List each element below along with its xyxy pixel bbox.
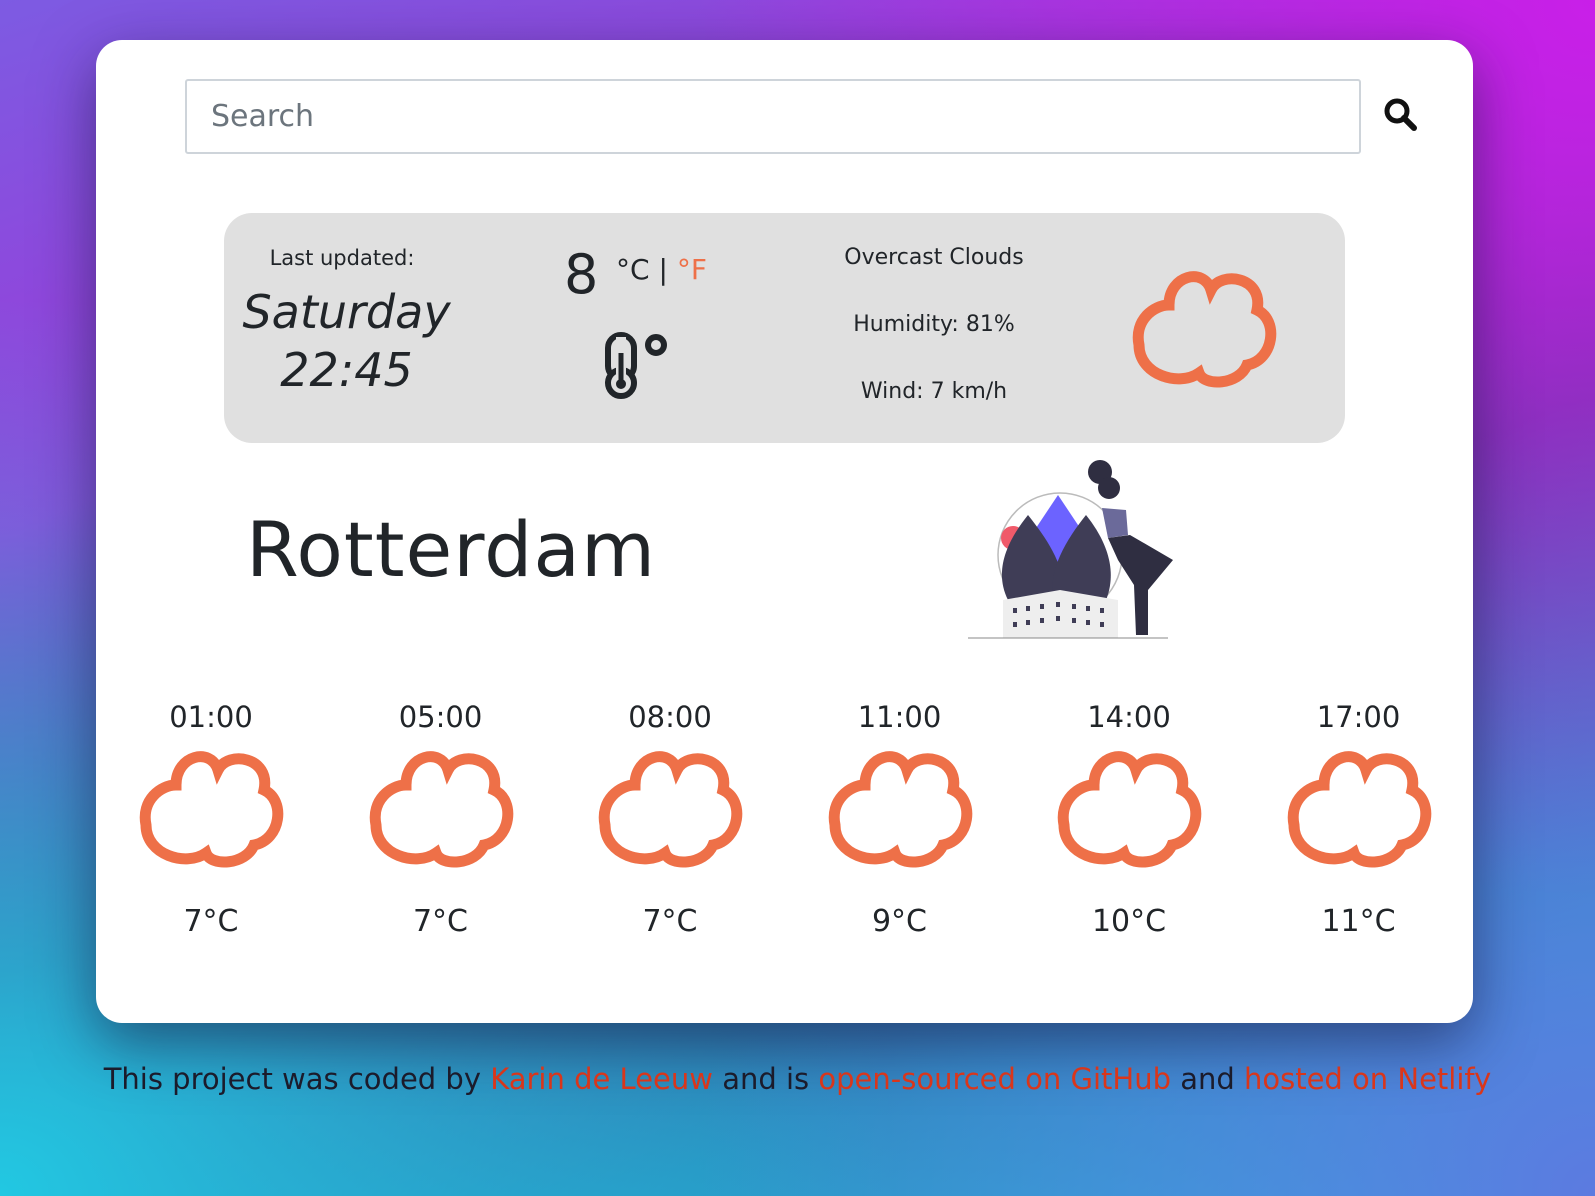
forecast-item: 17:00 11°C — [1274, 700, 1444, 939]
forecast-temp: 10°C — [1091, 904, 1167, 939]
cloud-icon — [369, 751, 513, 868]
search-input[interactable] — [185, 79, 1361, 154]
forecast-time: 05:00 — [398, 700, 483, 734]
footer-text: and — [1170, 1062, 1244, 1096]
footer: This project was coded by Karin de Leeuw… — [0, 1062, 1595, 1096]
forecast-temp: 7°C — [412, 904, 469, 939]
search-icon[interactable] — [1381, 95, 1421, 135]
humidity: Humidity: 81% — [853, 312, 1015, 337]
forecast-item: 08:00 7°C — [585, 700, 755, 939]
footer-text: This project was coded by — [103, 1062, 491, 1096]
forecast-time: 08:00 — [628, 700, 712, 734]
forecast-time: 17:00 — [1316, 700, 1401, 734]
cloud-icon — [598, 751, 743, 868]
cloud-icon — [139, 751, 284, 868]
unit-separator: | — [658, 253, 668, 286]
cloud-icon — [1057, 751, 1202, 868]
current-weather-panel: Last updated: Saturday 22:45 8 °C | °F Ov… — [224, 213, 1345, 443]
weather-card: Last updated: Saturday22:45 8 °C | °F Ov… — [96, 40, 1473, 1023]
cloud-icon — [828, 751, 972, 868]
last-updated-day: Saturday 22:45 — [224, 283, 469, 399]
forecast-temp: 11°C — [1321, 904, 1396, 939]
current-temperature: 8 — [564, 243, 599, 306]
forecast-item: 11:00 9°C — [815, 700, 985, 939]
github-link[interactable]: open-sourced on GitHub — [818, 1062, 1171, 1096]
forecast-temp: 9°C — [871, 904, 928, 939]
forecast-time: 14:00 — [1087, 700, 1171, 734]
time-text: 22:45 — [280, 343, 413, 397]
unit-toggle: °C | °F — [616, 253, 707, 286]
day-text: Saturday — [242, 285, 451, 339]
footer-text: and is — [712, 1062, 819, 1096]
forecast-time: 11:00 — [857, 700, 942, 734]
fahrenheit-link[interactable]: °F — [677, 253, 707, 286]
forecast-item: 01:00 7°C — [126, 700, 296, 939]
last-updated-label: Last updated: — [269, 246, 415, 270]
forecast-temp: 7°C — [183, 904, 239, 939]
author-link[interactable]: Karin de Leeuw — [490, 1062, 713, 1096]
cloud-icon — [1132, 271, 1277, 388]
thermometer-icon — [605, 332, 667, 399]
forecast-time: 01:00 — [169, 700, 253, 734]
celsius-link[interactable]: °C — [616, 253, 650, 286]
cloud-icon — [1287, 751, 1431, 868]
forecast-item: 05:00 7°C — [356, 700, 526, 939]
forecast-temp: 7°C — [642, 904, 698, 939]
weather-description: Overcast Clouds — [844, 245, 1024, 270]
city-name: Rotterdam — [246, 505, 657, 594]
netlify-link[interactable]: hosted on Netlify — [1244, 1062, 1491, 1096]
forecast-item: 14:00 10°C — [1044, 700, 1214, 939]
wind: Wind: 7 km/h — [860, 379, 1008, 404]
city-illustration — [968, 460, 1173, 639]
